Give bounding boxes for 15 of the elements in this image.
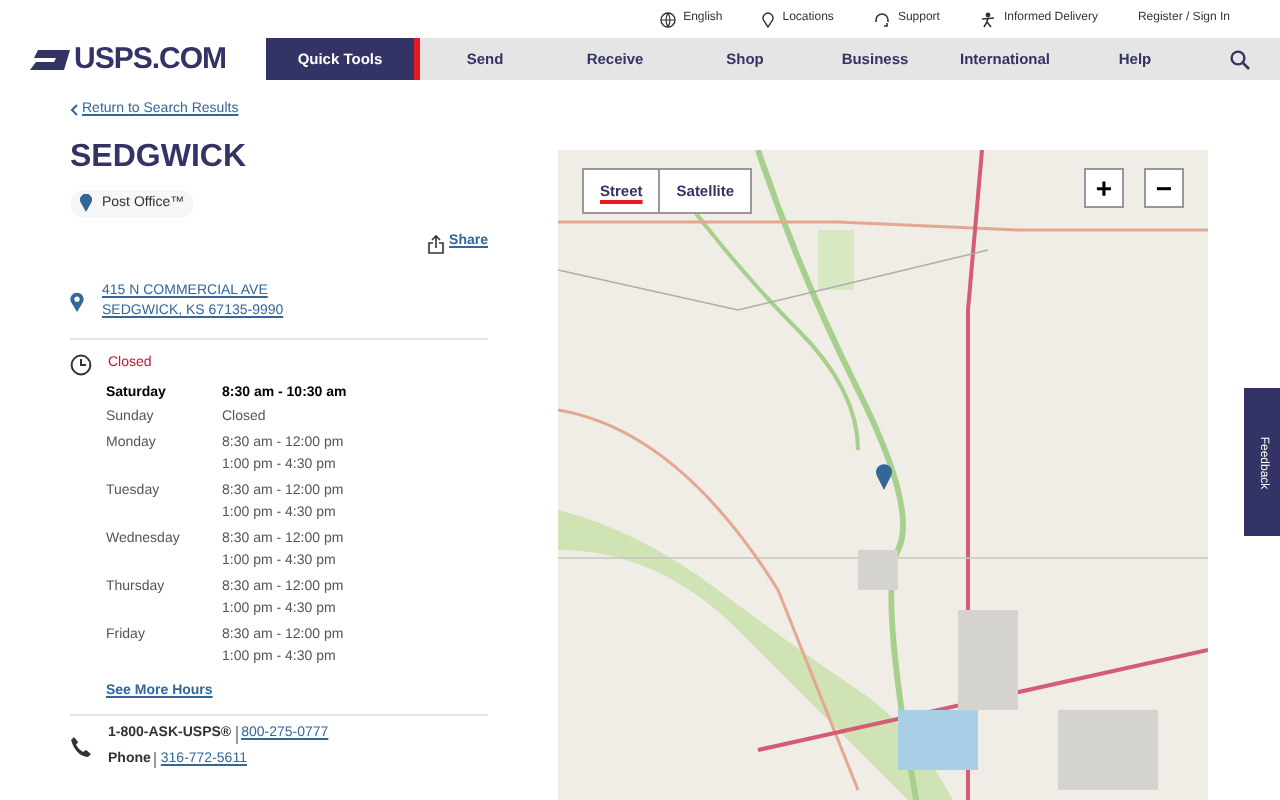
phone-icon: [70, 736, 92, 759]
pin-icon: [70, 291, 84, 312]
office-name: SEDGWICK: [70, 141, 248, 173]
chevron-left-icon: [70, 104, 78, 117]
zoom-in-button[interactable]: +: [1084, 168, 1124, 208]
globe-icon: [659, 11, 676, 27]
zoom-out-button[interactable]: −: [1144, 168, 1184, 208]
pin-icon: [762, 11, 775, 27]
headset-icon: [873, 11, 890, 27]
clock-icon: [70, 353, 92, 376]
search-icon[interactable]: [1230, 49, 1250, 69]
pin-icon: [80, 194, 92, 213]
share-icon: [427, 233, 444, 254]
logo[interactable]: USPS.COM: [30, 44, 227, 74]
person-icon: [979, 11, 996, 27]
